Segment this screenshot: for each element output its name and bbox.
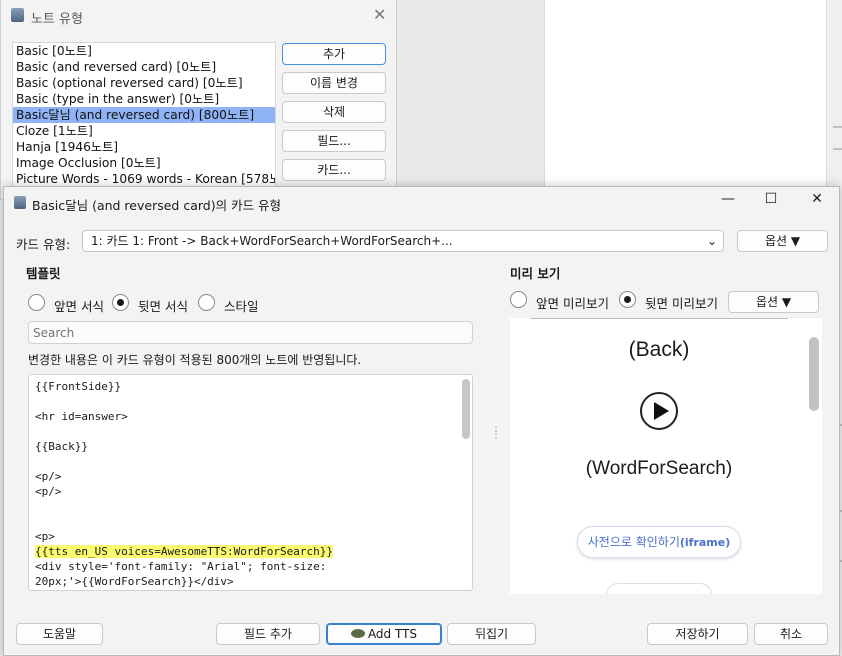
- template-search-input[interactable]: [28, 321, 473, 344]
- cancel-button[interactable]: 취소: [754, 623, 828, 645]
- anki-app-icon: [14, 196, 26, 209]
- note-types-title: 노트 유형: [31, 12, 83, 27]
- help-button[interactable]: 도움말: [16, 623, 103, 645]
- preview-word-text: (WordForSearch): [585, 458, 733, 479]
- dictionary-button-suffix: (iframe): [679, 536, 731, 549]
- front-preview-label: 앞면 미리보기: [536, 296, 609, 311]
- list-item[interactable]: Basic (type in the answer) [0노트]: [13, 91, 275, 107]
- preview-button[interactable]: [606, 583, 712, 594]
- strip-mark: [833, 126, 842, 128]
- code-line: {{Back}}: [35, 440, 88, 453]
- code-line: <p>: [35, 530, 55, 543]
- preview-section-title: 미리 보기: [510, 266, 561, 281]
- code-line: 20px;'>{{WordForSearch}}</div>: [35, 575, 234, 588]
- list-item-selected[interactable]: Basic달님 (and reversed card) [800노트]: [13, 107, 275, 123]
- list-item[interactable]: Picture Words - 1069 words - Korean [578…: [13, 171, 275, 187]
- close-icon[interactable]: ✕: [807, 191, 827, 207]
- back-preview-label: 뒷면 미리보기: [645, 296, 718, 311]
- splitter-handle[interactable]: ⋮ ⋮: [491, 427, 501, 442]
- styling-label: 스타일: [224, 299, 259, 314]
- card-type-select[interactable]: 1: 카드 1: Front -> Back+WordForSearch+Wor…: [82, 230, 724, 252]
- minimize-icon[interactable]: —: [718, 191, 738, 207]
- list-item[interactable]: Basic (optional reversed card) [0노트]: [13, 75, 275, 91]
- list-item[interactable]: Hanja [1946노트]: [13, 139, 275, 155]
- list-item[interactable]: Image Occlusion [0노트]: [13, 155, 275, 171]
- code-line: {{tts en_US voices=AwesomeTTS:WordForSea…: [35, 545, 334, 558]
- dictionary-button-label: 사전으로 확인하기: [587, 535, 680, 549]
- play-icon[interactable]: [640, 392, 678, 430]
- preview-back-text: (Back): [628, 338, 690, 361]
- add-tts-button[interactable]: Add TTS: [326, 623, 442, 645]
- list-item[interactable]: Basic [0노트]: [13, 43, 275, 59]
- save-button[interactable]: 저장하기: [647, 623, 748, 645]
- change-notice: 변경한 내용은 이 카드 유형이 적용된 800개의 노트에 반영됩니다.: [28, 353, 362, 367]
- list-item[interactable]: Cloze [1노트]: [13, 123, 275, 139]
- card-preview: (Back) (WordForSearch) 사전으로 확인하기(iframe): [510, 318, 822, 594]
- anki-app-icon: [11, 8, 24, 22]
- maximize-icon[interactable]: ☐: [761, 191, 781, 207]
- window-title: Basic달님 (and reversed card)의 카드 유형: [32, 198, 282, 213]
- editor-scrollbar[interactable]: [462, 379, 470, 439]
- template-editor[interactable]: {{FrontSide}} <hr id=answer> {{Back}} <p…: [28, 374, 473, 591]
- back-preview-radio[interactable]: [619, 291, 636, 308]
- preview-options-button[interactable]: 옵션 ▼: [728, 291, 819, 313]
- dictionary-button[interactable]: 사전으로 확인하기(iframe): [577, 526, 741, 558]
- front-template-radio[interactable]: [28, 294, 45, 311]
- chevron-down-icon: ⌄: [706, 234, 717, 248]
- fields-button[interactable]: 필드...: [282, 130, 386, 152]
- rename-button[interactable]: 이름 변경: [282, 72, 386, 94]
- card-type-label: 카드 유형:: [16, 237, 71, 252]
- code-line: <hr id=answer>: [35, 410, 128, 423]
- strip-mark: [833, 148, 842, 150]
- code-line: <p/>: [35, 485, 62, 498]
- add-note-type-button[interactable]: 추가: [282, 43, 386, 65]
- template-section-title: 템플릿: [26, 266, 61, 281]
- add-tts-label: Add TTS: [367, 627, 418, 641]
- code-line: <div style='font-family: "Arial"; font-s…: [35, 560, 327, 573]
- template-code[interactable]: {{FrontSide}} <hr id=answer> {{Back}} <p…: [35, 379, 455, 589]
- options-button[interactable]: 옵션 ▼: [737, 230, 828, 252]
- background-panel: [544, 0, 826, 200]
- card-types-window: Basic달님 (and reversed card)의 카드 유형 — ☐ ✕…: [3, 186, 840, 656]
- code-line: <p/>: [35, 470, 62, 483]
- preview-scrollbar[interactable]: [809, 337, 819, 411]
- back-template-label: 뒷면 서식: [138, 299, 188, 314]
- delete-button[interactable]: 삭제: [282, 101, 386, 123]
- code-line: {{FrontSide}}: [35, 380, 122, 393]
- back-template-radio[interactable]: [112, 294, 129, 311]
- add-field-button[interactable]: 필드 추가: [216, 623, 320, 645]
- preview-divider: [530, 318, 788, 319]
- front-template-label: 앞면 서식: [54, 299, 104, 314]
- list-item[interactable]: Basic (and reversed card) [0노트]: [13, 59, 275, 75]
- tts-icon: [350, 629, 365, 638]
- styling-radio[interactable]: [198, 294, 215, 311]
- close-icon[interactable]: ✕: [373, 5, 386, 24]
- note-types-window: 노트 유형 ✕ Basic [0노트] Basic (and reversed …: [0, 0, 397, 200]
- card-type-value: 1: 카드 1: Front -> Back+WordForSearch+Wor…: [91, 234, 453, 248]
- front-preview-radio[interactable]: [510, 291, 527, 308]
- flip-button[interactable]: 뒤집기: [447, 623, 536, 645]
- cards-button[interactable]: 카드...: [282, 159, 386, 181]
- note-type-list[interactable]: Basic [0노트] Basic (and reversed card) [0…: [12, 42, 276, 192]
